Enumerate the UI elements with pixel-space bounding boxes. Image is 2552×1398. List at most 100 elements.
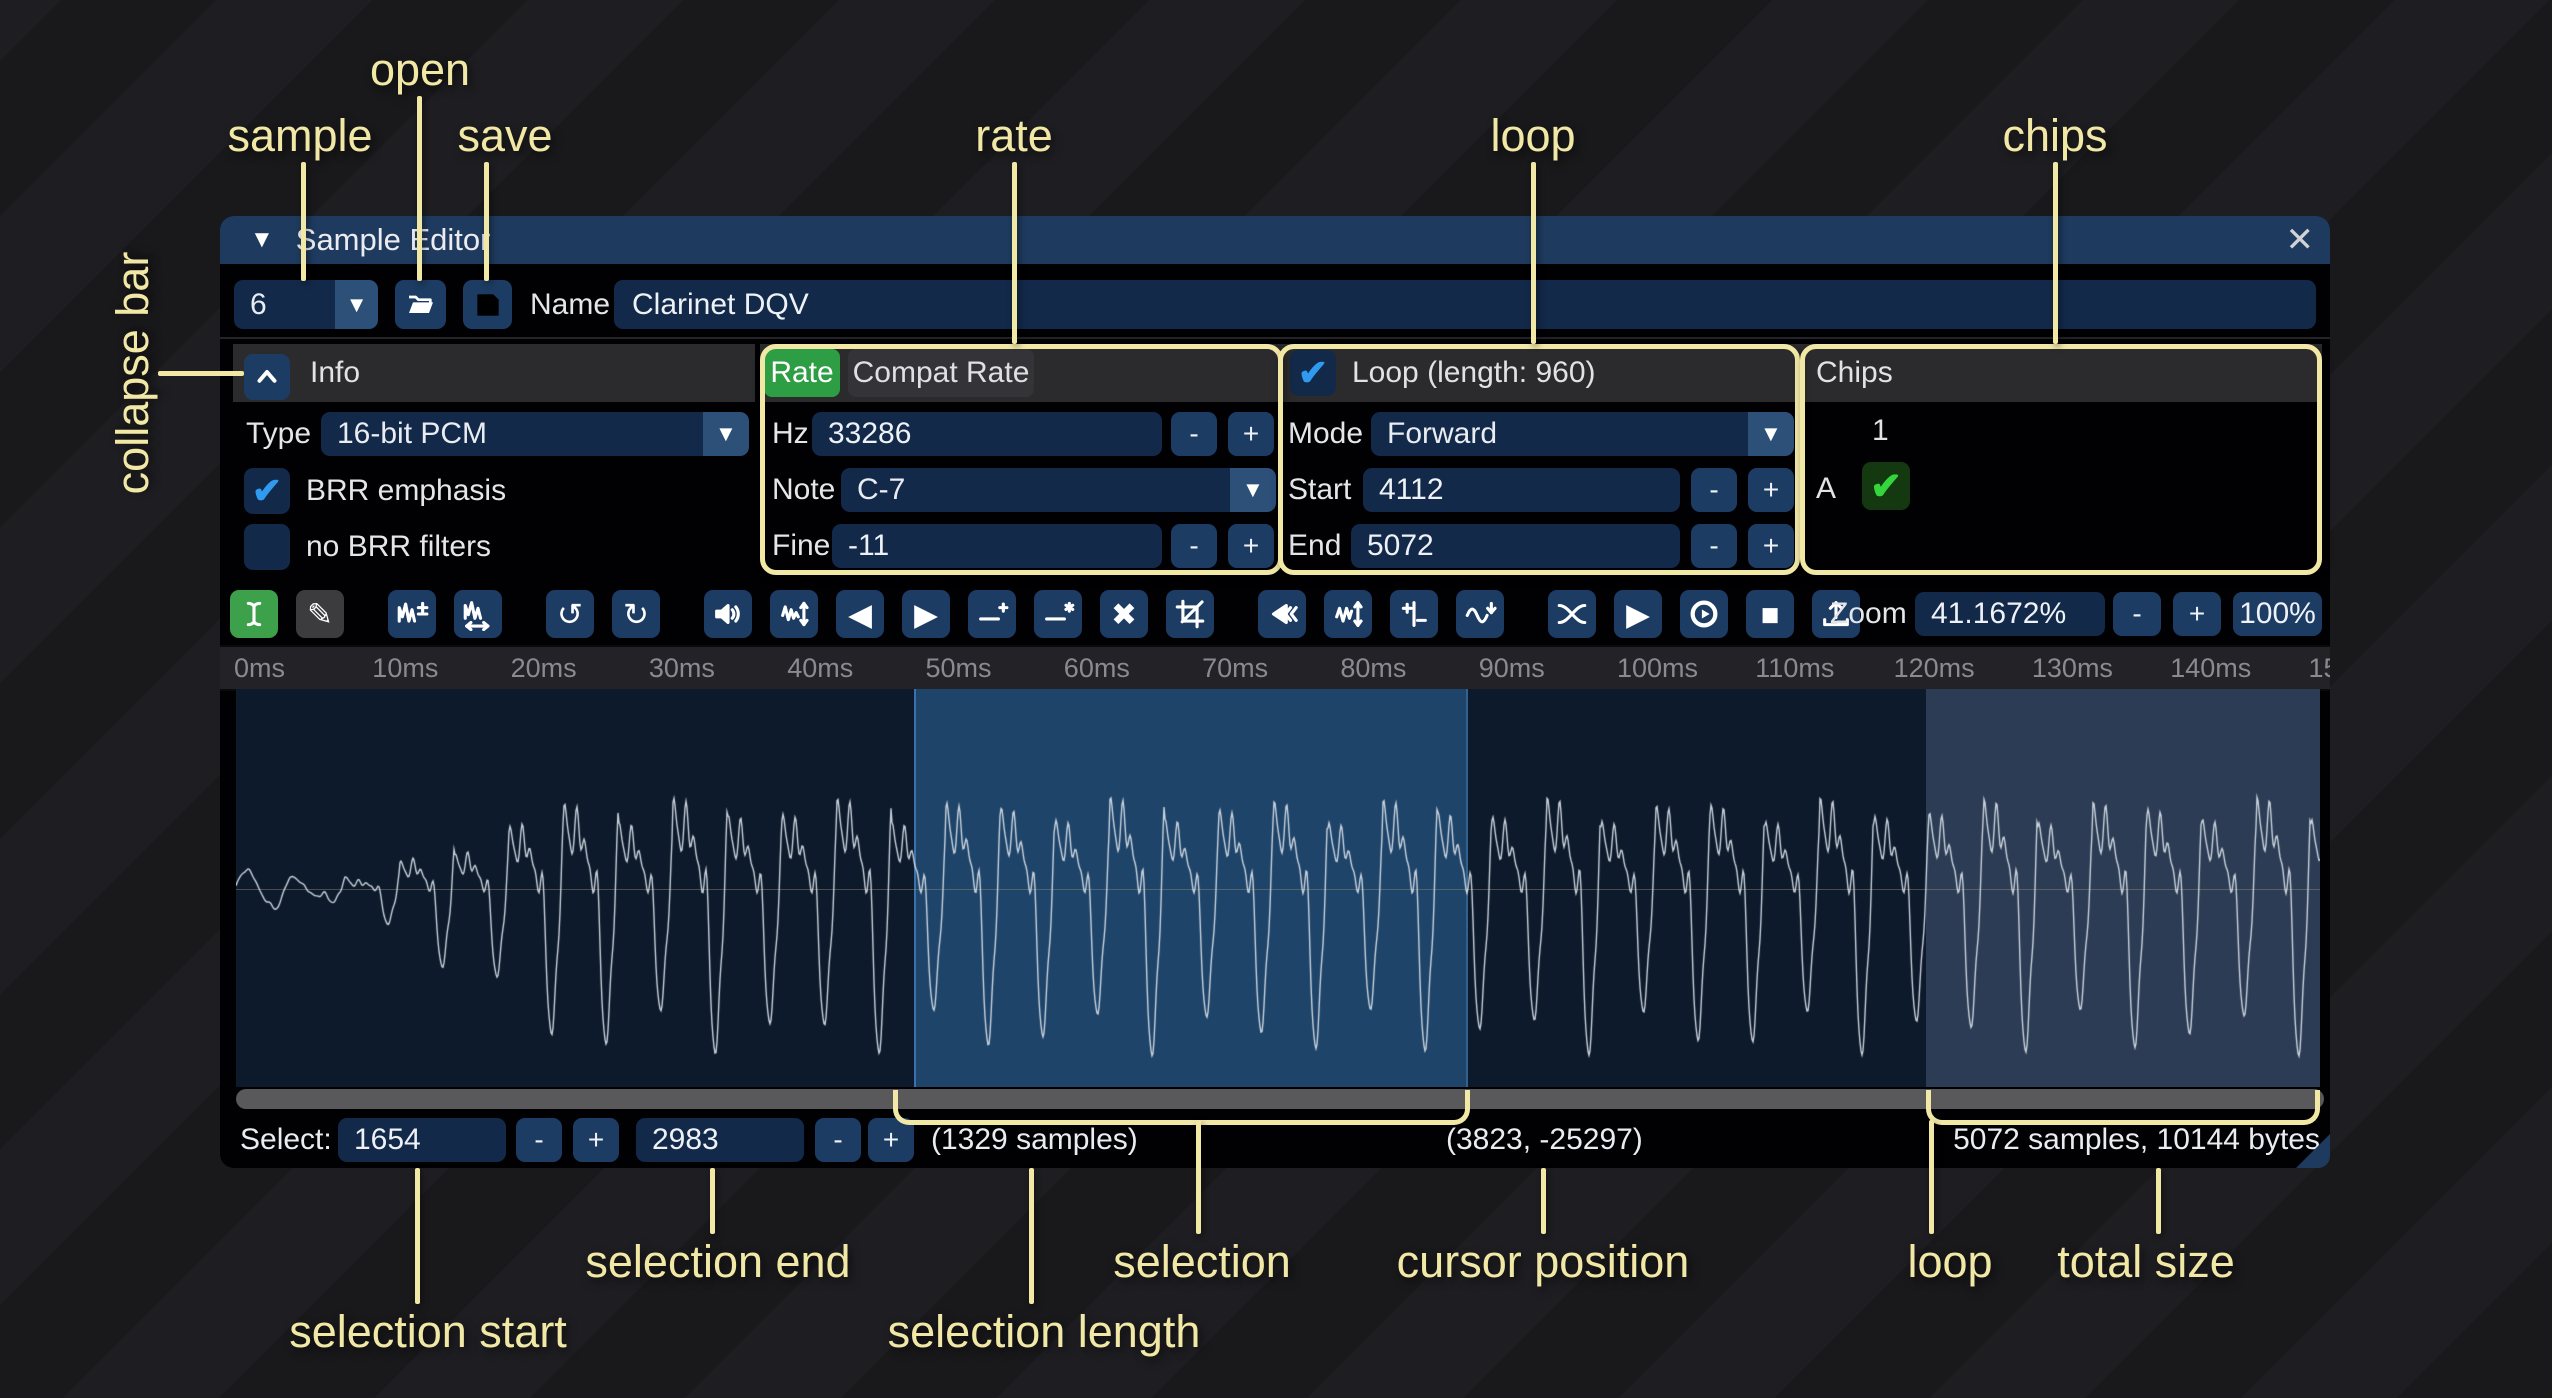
callout-line-save bbox=[484, 162, 489, 281]
type-dropdown[interactable]: 16-bit PCM ▼ bbox=[321, 412, 749, 456]
sample-toolbar: ✎↺↻◀▶✖▶■ bbox=[230, 590, 1904, 638]
sign-icon bbox=[1397, 597, 1431, 631]
play-icon: ▶ bbox=[1626, 599, 1650, 630]
zoom-reset-button[interactable]: 100% bbox=[2233, 592, 2322, 636]
callout-line-open bbox=[417, 96, 422, 281]
undo-button[interactable]: ↺ bbox=[546, 590, 594, 638]
callout-line-loop-bottom bbox=[1929, 1120, 1934, 1234]
stop-icon: ■ bbox=[1761, 599, 1780, 630]
resample-button[interactable] bbox=[454, 590, 502, 638]
selection-end-minus-button[interactable]: - bbox=[815, 1118, 861, 1162]
zoom-out-button[interactable]: - bbox=[2113, 592, 2161, 636]
chevron-down-icon[interactable]: ▼ bbox=[703, 412, 749, 456]
zoom-in-button[interactable]: + bbox=[2173, 592, 2221, 636]
toolbar-group bbox=[388, 590, 502, 638]
selection-end-input[interactable]: 2983 bbox=[636, 1118, 804, 1162]
invert-icon bbox=[1331, 597, 1365, 631]
amplify-button[interactable] bbox=[704, 590, 752, 638]
trim-icon bbox=[1173, 597, 1207, 631]
cursor-position-text: (3823, -25297) bbox=[1446, 1118, 1643, 1162]
toolbar-group: ↺↻ bbox=[546, 590, 660, 638]
callout-line-selection-end bbox=[710, 1168, 715, 1234]
waveform-canvas[interactable] bbox=[236, 689, 2320, 1087]
crossfade-button[interactable] bbox=[1548, 590, 1596, 638]
callout-line-chips bbox=[2053, 162, 2058, 344]
fade-in-button[interactable]: ◀ bbox=[836, 590, 884, 638]
check-icon: ✔ bbox=[252, 470, 282, 512]
callout-line-rate bbox=[1012, 162, 1017, 344]
annotation-chips: chips bbox=[2002, 110, 2107, 162]
close-icon[interactable]: ✕ bbox=[2286, 216, 2315, 264]
callout-line-total-size bbox=[2156, 1168, 2161, 1234]
edit-select-button[interactable] bbox=[230, 590, 278, 638]
callout-line-sample bbox=[301, 162, 306, 281]
resize-icon bbox=[395, 597, 429, 631]
insert-silence-button[interactable] bbox=[968, 590, 1016, 638]
reverse-button[interactable] bbox=[1258, 590, 1306, 638]
select-icon bbox=[237, 597, 271, 631]
annotation-selection: selection bbox=[1113, 1236, 1291, 1288]
screenshot-stage: ▼ Sample Editor ✕ 6 ▼ Name Clarinet DQV … bbox=[0, 0, 2552, 1398]
name-input[interactable]: Clarinet DQV bbox=[614, 280, 2316, 329]
info-collapse-button[interactable] bbox=[244, 354, 290, 400]
selection-start-input[interactable]: 1654 bbox=[338, 1118, 506, 1162]
ruler-tick-label: 120ms bbox=[1894, 647, 1975, 689]
annotation-loop-top: loop bbox=[1490, 110, 1575, 162]
resample-icon bbox=[461, 597, 495, 631]
callout-line-selection-length bbox=[1029, 1168, 1034, 1304]
no-brr-filters-checkbox[interactable] bbox=[244, 524, 290, 570]
chevron-down-icon[interactable]: ▼ bbox=[335, 280, 378, 329]
ruler-tick-label: 80ms bbox=[1340, 647, 1406, 689]
apply-silence-icon bbox=[1041, 597, 1075, 631]
zoom-input[interactable]: 41.1672% bbox=[1915, 592, 2105, 636]
callout-line-selection-start bbox=[415, 1168, 420, 1304]
save-sample-button[interactable] bbox=[463, 280, 512, 329]
stop-preview-button[interactable]: ■ bbox=[1746, 590, 1794, 638]
ruler-tick-label: 110ms bbox=[1755, 647, 1834, 689]
window-titlebar[interactable]: ▼ Sample Editor ✕ bbox=[220, 216, 2330, 264]
ruler-tick-label: 70ms bbox=[1202, 647, 1268, 689]
preview-sample-button[interactable]: ▶ bbox=[1614, 590, 1662, 638]
selection-start-plus-button[interactable]: + bbox=[573, 1118, 619, 1162]
signed-unsigned-button[interactable] bbox=[1390, 590, 1438, 638]
insert-silence-icon bbox=[975, 597, 1009, 631]
annotation-collapse-bar: collapse bar bbox=[107, 252, 159, 495]
selection-start-minus-button[interactable]: - bbox=[516, 1118, 562, 1162]
ruler-tick-label: 0ms bbox=[234, 647, 285, 689]
resize-grip[interactable] bbox=[2296, 1134, 2330, 1168]
waveform-display[interactable] bbox=[236, 689, 2320, 1087]
delete-button[interactable]: ✖ bbox=[1100, 590, 1148, 638]
selection-callout-bracket bbox=[893, 1090, 1470, 1125]
type-label: Type bbox=[246, 412, 311, 456]
open-sample-button[interactable] bbox=[395, 280, 446, 329]
loop-callout-bracket bbox=[1926, 1090, 2320, 1125]
resize-button[interactable] bbox=[388, 590, 436, 638]
preview-selection-button[interactable] bbox=[1680, 590, 1728, 638]
name-label: Name bbox=[530, 280, 610, 329]
sample-number-dropdown[interactable]: 6 ▼ bbox=[234, 280, 378, 329]
no-brr-filters-label: no BRR filters bbox=[306, 524, 491, 570]
apply-silence-button[interactable] bbox=[1034, 590, 1082, 638]
apply-filter-button[interactable] bbox=[1456, 590, 1504, 638]
redo-button[interactable]: ↻ bbox=[612, 590, 660, 638]
invert-button[interactable] bbox=[1324, 590, 1372, 638]
edit-draw-button[interactable]: ✎ bbox=[296, 590, 344, 638]
divider bbox=[220, 337, 2330, 339]
toolbar-group: ◀ ▶ ✖ bbox=[704, 590, 1214, 638]
ruler-tick-label: 50ms bbox=[926, 647, 992, 689]
trim-button[interactable] bbox=[1166, 590, 1214, 638]
normalize-button[interactable] bbox=[770, 590, 818, 638]
undo-icon: ↺ bbox=[557, 599, 583, 630]
redo-icon: ↻ bbox=[623, 599, 649, 630]
zoom-label: Zoom bbox=[1830, 590, 1907, 638]
sample-number-value: 6 bbox=[234, 280, 335, 329]
filter-icon bbox=[1463, 597, 1497, 631]
annotation-open: open bbox=[370, 44, 470, 96]
callout-line-loop-top bbox=[1531, 162, 1536, 344]
amplify-icon bbox=[711, 597, 745, 631]
fade-out-button[interactable]: ▶ bbox=[902, 590, 950, 638]
brr-emphasis-checkbox[interactable]: ✔ bbox=[244, 468, 290, 514]
window-collapse-icon[interactable]: ▼ bbox=[250, 226, 274, 254]
ruler-tick-label: 100ms bbox=[1617, 647, 1698, 689]
fade-in-icon: ◀ bbox=[848, 599, 872, 630]
